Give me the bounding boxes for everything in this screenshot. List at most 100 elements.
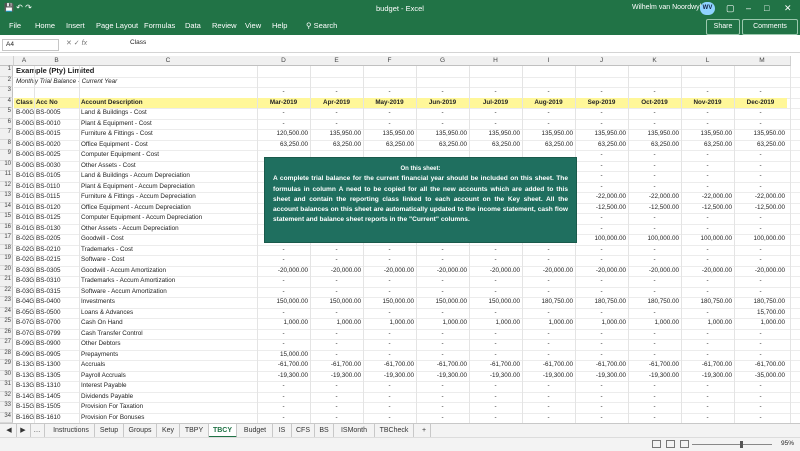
cell-acc-no[interactable]: BS-0799 [34,329,79,340]
cell-value[interactable]: - [257,413,310,424]
cell-value[interactable]: 100,000.00 [734,234,787,245]
header-month[interactable]: Mar-2019 [257,97,310,108]
cell-value[interactable]: - [681,245,734,256]
row-header[interactable]: 30 [0,370,13,381]
cell-value[interactable]: -19,300.00 [416,371,469,382]
cell-value[interactable]: 1,000.00 [257,318,310,329]
cell-value[interactable]: - [257,339,310,350]
column-header-g[interactable]: G [416,56,470,66]
cell-value[interactable]: - [734,108,787,119]
column-header-k[interactable]: K [628,56,682,66]
tab-data[interactable]: Data [185,21,201,30]
cell-value[interactable]: - [734,87,787,98]
page-layout-view-icon[interactable] [666,440,675,448]
cell-value[interactable]: 135,950.00 [416,129,469,140]
cell-value[interactable]: - [257,392,310,403]
tab-review[interactable]: Review [212,21,237,30]
cell-value[interactable]: - [363,308,416,319]
cell-value[interactable]: - [257,87,310,98]
cell-value[interactable]: - [734,161,787,172]
cell-value[interactable]: - [681,213,734,224]
cell-value[interactable]: - [257,245,310,256]
cell-acc-no[interactable]: BS-0010 [34,119,79,130]
column-header-b[interactable]: B [34,56,80,66]
cell-value[interactable]: -61,700.00 [575,360,628,371]
cell-acc-no[interactable]: BS-0210 [34,245,79,256]
tab-file[interactable]: File [9,21,21,30]
cell-acc-no[interactable]: BS-0030 [34,161,79,172]
cell-value[interactable]: - [416,287,469,298]
row-header[interactable]: 6 [0,118,13,129]
cell-value[interactable]: - [310,350,363,361]
cell-class[interactable]: B-02G [14,234,34,245]
cell-value[interactable]: - [575,150,628,161]
cell-account-description[interactable]: Other Assets - Accum Depreciation [79,224,257,235]
column-header-e[interactable]: E [310,56,364,66]
row-header[interactable]: 15 [0,213,13,224]
cell-value[interactable]: - [734,245,787,256]
column-header-l[interactable]: L [681,56,735,66]
cell-value[interactable]: - [575,108,628,119]
cell-value[interactable]: - [628,350,681,361]
cell-value[interactable]: - [734,392,787,403]
next-sheet-icon[interactable]: ▶ [16,424,31,438]
cell-value[interactable]: 135,950.00 [469,129,522,140]
cell-acc-no[interactable]: BS-1300 [34,360,79,371]
cell-value[interactable]: 180,750.00 [734,297,787,308]
column-header-d[interactable]: D [257,56,311,66]
cell-value[interactable]: - [522,402,575,413]
cell-value[interactable]: 150,000.00 [257,297,310,308]
tab-help[interactable]: Help [272,21,287,30]
cell-value[interactable]: - [363,108,416,119]
row-header[interactable]: 2 [0,76,13,87]
cell-account-description[interactable]: Other Debtors [79,339,257,350]
cell-value[interactable]: - [363,255,416,266]
cell-value[interactable]: 63,250.00 [575,140,628,151]
cell-value[interactable]: 1,000.00 [628,318,681,329]
cell-account-description[interactable]: Land & Buildings - Cost [79,108,257,119]
maximize-icon[interactable]: □ [764,3,769,13]
cell-value[interactable]: - [628,339,681,350]
header-month[interactable]: Apr-2019 [310,97,363,108]
row-header[interactable]: 8 [0,139,13,150]
cell-class[interactable]: B-09G [14,339,34,350]
column-header-f[interactable]: F [363,56,417,66]
cell-account-description[interactable]: Prepayments [79,350,257,361]
cell-value[interactable]: - [363,413,416,424]
cell-account-description[interactable]: Loans & Advances [79,308,257,319]
cell-value[interactable]: - [522,350,575,361]
cell-value[interactable]: -20,000.00 [310,266,363,277]
cell-account-description[interactable]: Trademarks - Cost [79,245,257,256]
cell-value[interactable]: - [734,119,787,130]
cell-value[interactable]: -22,000.00 [575,192,628,203]
cell-value[interactable]: - [575,308,628,319]
cell-account-description[interactable]: Software - Cost [79,255,257,266]
cell-value[interactable]: - [681,413,734,424]
cell-value[interactable]: - [416,392,469,403]
cell-value[interactable]: - [363,119,416,130]
tab-home[interactable]: Home [35,21,55,30]
cell-value[interactable]: - [628,381,681,392]
comments-button[interactable]: Comments [742,19,798,35]
row-header[interactable]: 29 [0,360,13,371]
cell-value[interactable]: - [416,108,469,119]
cell-value[interactable]: - [734,224,787,235]
cell-value[interactable]: - [469,392,522,403]
row-header[interactable]: 22 [0,286,13,297]
cell-class[interactable]: B-02G [14,245,34,256]
cell-acc-no[interactable]: BS-0110 [34,182,79,193]
cell-value[interactable]: - [310,255,363,266]
cell-value[interactable]: -61,700.00 [469,360,522,371]
cell-value[interactable]: - [734,150,787,161]
tab-view[interactable]: View [245,21,261,30]
cell-value[interactable]: - [469,245,522,256]
cell-value[interactable]: -20,000.00 [363,266,416,277]
cell-account-description[interactable]: Computer Equipment - Accum Depreciation [79,213,257,224]
cell-value[interactable]: - [257,276,310,287]
cell-account-description[interactable]: Dividends Payable [79,392,257,403]
cell-value[interactable]: - [681,276,734,287]
cell-acc-no[interactable]: BS-0305 [34,266,79,277]
cell-acc-no[interactable]: BS-0130 [34,224,79,235]
cell-value[interactable]: 63,250.00 [628,140,681,151]
cell-value[interactable]: -61,700.00 [257,360,310,371]
